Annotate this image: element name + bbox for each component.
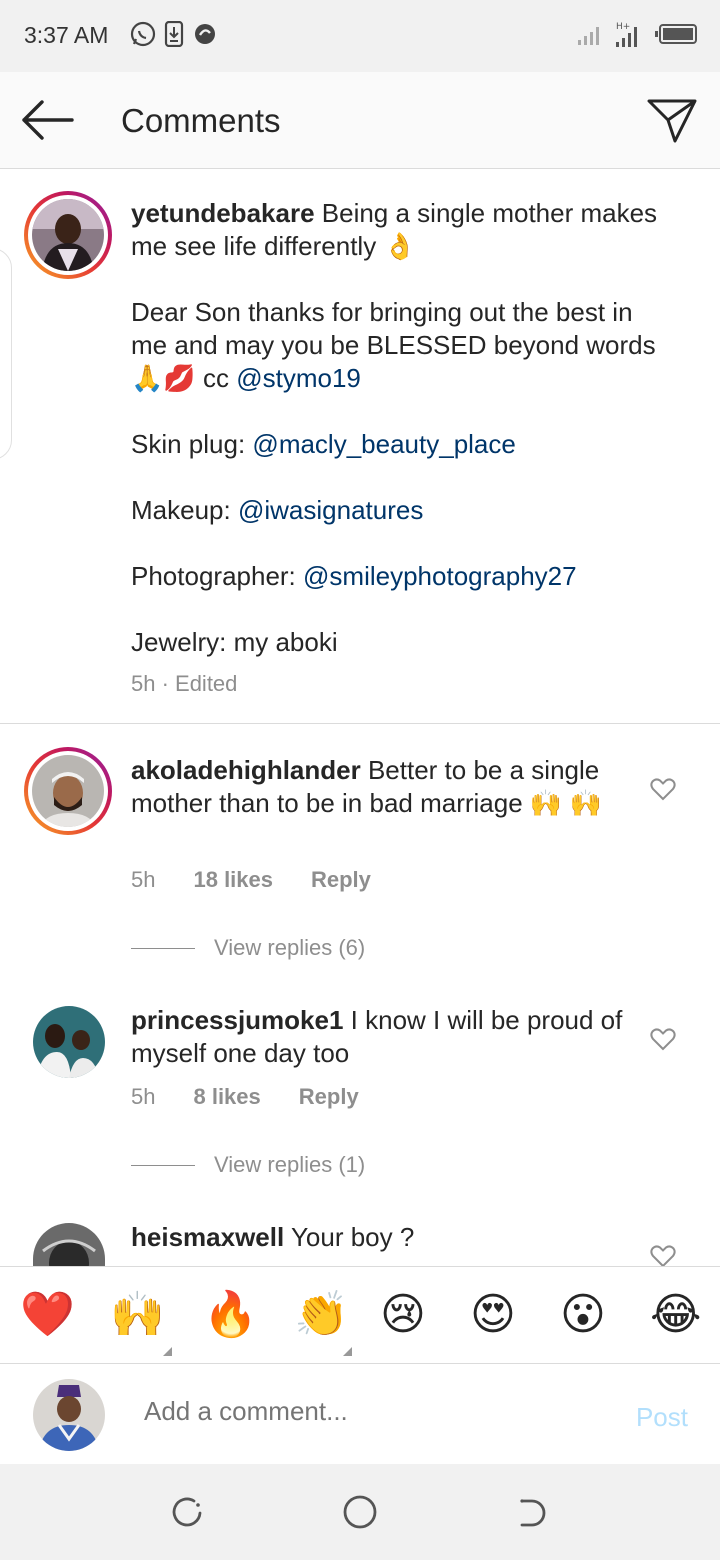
surprised-face-emoji-button[interactable]: 😮 <box>560 1289 606 1341</box>
comment-username[interactable]: princessjumoke1 <box>131 1005 343 1035</box>
download-icon <box>164 21 184 47</box>
current-user-avatar <box>33 1379 105 1451</box>
signal-icon-sim1 <box>578 27 599 45</box>
notification-icons <box>130 21 218 47</box>
mention-smileyphotography27[interactable]: @smileyphotography27 <box>303 561 577 591</box>
makeup-label: Makeup: <box>131 495 231 525</box>
comment-time: 5h <box>131 1084 156 1109</box>
reply-button[interactable]: Reply <box>299 1084 359 1110</box>
skin-tone-indicator-icon <box>343 1347 352 1356</box>
page-title: Comments <box>121 102 281 139</box>
comment-akoladehighlander: akoladehighlander Better to be a single … <box>131 754 641 820</box>
profile-photo <box>33 1223 105 1266</box>
mention-stymo19[interactable]: @stymo19 <box>236 363 361 393</box>
back-arrow-icon <box>22 100 74 140</box>
pray-kiss-emoji: 🙏💋 <box>131 363 196 393</box>
caption-jewelry: Jewelry: my aboki <box>131 627 338 657</box>
heart-eyes-emoji-button[interactable]: 😍 <box>470 1289 516 1341</box>
skin-tone-indicator-icon <box>163 1347 172 1356</box>
comment-meta: 5h 18 likes Reply <box>131 867 409 893</box>
caption-dedication-text: Dear Son thanks for bringing out the bes… <box>131 297 656 360</box>
skin-label: Skin plug: <box>131 429 246 459</box>
caption-skin-plug: Skin plug: @macly_beauty_place <box>131 428 661 461</box>
view-replies-label: View replies (1) <box>214 1152 366 1177</box>
reply-button[interactable]: Reply <box>311 867 371 893</box>
back-button[interactable] <box>20 98 76 142</box>
status-bar: 3:37 AM H+ <box>0 0 720 72</box>
emoji-reaction-bar: ❤️ 🙌 🔥 👏 😢 😍 😮 😂 <box>0 1266 720 1364</box>
caption-photographer: Photographer: @smileyphotography27 <box>131 560 661 593</box>
view-replies-button[interactable]: View replies (6) <box>131 935 365 961</box>
caption-dedication: Dear Son thanks for bringing out the bes… <box>131 296 661 395</box>
caption-makeup: Makeup: @iwasignatures <box>131 494 661 527</box>
comment-username[interactable]: heismaxwell <box>131 1222 284 1252</box>
system-icons: H+ <box>578 20 698 48</box>
recent-apps-icon[interactable] <box>170 1496 204 1530</box>
comment-avatar-heismaxwell[interactable] <box>33 1223 105 1266</box>
like-heart-icon[interactable] <box>650 1244 676 1268</box>
caption-username[interactable]: yetundebakare <box>131 198 315 228</box>
comment-avatar-princessjumoke1[interactable] <box>33 1006 105 1078</box>
comments-header: Comments <box>0 72 720 169</box>
caption-divider <box>0 723 720 724</box>
crying-face-emoji-button[interactable]: 😢 <box>380 1289 426 1341</box>
back-icon[interactable] <box>516 1496 550 1530</box>
view-replies-label: View replies (6) <box>214 935 366 960</box>
profile-photo <box>33 1379 105 1451</box>
side-panel-handle[interactable] <box>0 248 12 460</box>
heart-emoji-button[interactable]: ❤️ <box>20 1289 75 1341</box>
caption-intro: yetundebakare Being a single mother make… <box>131 197 661 263</box>
whatsapp-icon <box>130 21 156 47</box>
comment-princessjumoke1: princessjumoke1 I know I will be proud o… <box>131 1004 641 1070</box>
raised-hands-emoji: 🙌 <box>529 788 563 818</box>
direct-send-icon <box>647 99 697 143</box>
system-navigation-bar <box>0 1464 720 1560</box>
comment-time: 5h <box>131 867 156 892</box>
caption-timestamp: 5h · Edited <box>131 671 238 696</box>
like-heart-icon[interactable] <box>650 1027 676 1051</box>
clapping-hands-emoji-button[interactable]: 👏 <box>294 1289 349 1341</box>
comment-likes[interactable]: 8 likes <box>193 1084 260 1110</box>
profile-photo <box>33 1006 105 1078</box>
raised-hands-emoji-button[interactable]: 🙌 <box>110 1289 165 1341</box>
signal-icon-sim2: H+ <box>616 22 637 47</box>
add-comment-bar: Post <box>0 1364 720 1464</box>
post-button[interactable]: Post <box>636 1402 688 1433</box>
view-replies-button[interactable]: View replies (1) <box>131 1152 365 1178</box>
comment-meta: 5h 8 likes Reply <box>131 1084 397 1110</box>
home-icon[interactable] <box>342 1494 378 1530</box>
share-button[interactable] <box>646 96 698 144</box>
caption-cc: cc <box>202 363 229 393</box>
comment-avatar-akoladehighlander[interactable] <box>24 747 112 835</box>
raised-hands-emoji: 🙌 <box>569 788 602 818</box>
comment-likes[interactable]: 18 likes <box>193 867 273 893</box>
comment-heismaxwell: heismaxwell Your boy ? <box>131 1221 641 1254</box>
profile-photo <box>32 755 104 827</box>
caption-avatar[interactable] <box>24 191 112 279</box>
comment-username[interactable]: akoladehighlander <box>131 755 361 785</box>
ok-hand-emoji: 👌 <box>383 231 416 261</box>
svg-text:H+: H+ <box>616 22 630 32</box>
comment-body: Your boy ? <box>290 1222 415 1252</box>
photographer-label: Photographer: <box>131 561 296 591</box>
status-time: 3:37 AM <box>24 22 109 48</box>
app-notification-icon <box>195 24 215 44</box>
battery-icon <box>655 24 697 44</box>
fire-emoji-button[interactable]: 🔥 <box>203 1289 258 1341</box>
mention-macly-beauty-place[interactable]: @macly_beauty_place <box>252 429 515 459</box>
profile-photo <box>32 199 104 271</box>
mention-iwasignatures[interactable]: @iwasignatures <box>238 495 423 525</box>
post-caption: yetundebakare Being a single mother make… <box>131 197 661 700</box>
comment-input[interactable] <box>144 1396 594 1427</box>
tears-of-joy-emoji-button[interactable]: 😂 <box>650 1289 701 1341</box>
like-heart-icon[interactable] <box>650 777 676 801</box>
